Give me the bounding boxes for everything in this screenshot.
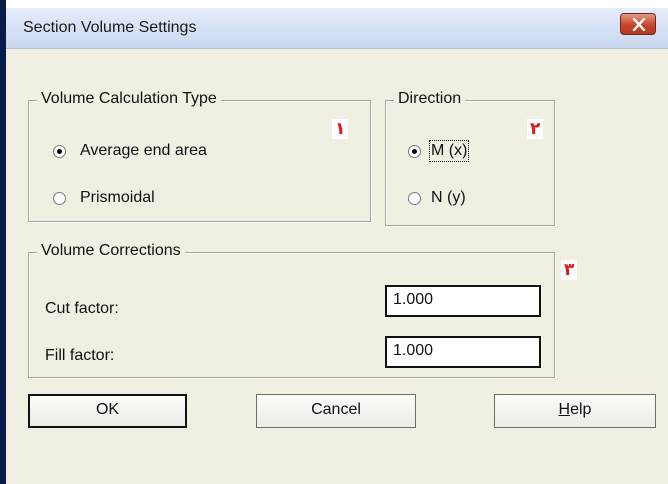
help-mnemonic: H <box>558 401 571 418</box>
cancel-button[interactable]: Cancel <box>256 394 416 428</box>
title-bar: Section Volume Settings <box>6 8 668 49</box>
prismoidal-label[interactable]: Prismoidal <box>80 189 155 207</box>
section-volume-settings-dialog: Section Volume Settings Volume Calculati… <box>6 8 668 484</box>
average-end-area-label[interactable]: Average end area <box>80 142 207 160</box>
help-button[interactable]: Help <box>494 394 656 428</box>
prismoidal-radio[interactable] <box>53 192 66 205</box>
average-end-area-radio[interactable] <box>53 145 66 158</box>
cut-factor-label: Cut factor: <box>45 300 119 317</box>
volume-corrections-legend: Volume Corrections <box>37 242 185 260</box>
direction-m-x-label[interactable]: M (x) <box>428 140 470 162</box>
ok-button[interactable]: OK <box>28 394 187 428</box>
volume-calculation-type-legend: Volume Calculation Type <box>37 90 221 108</box>
close-x-icon <box>632 18 646 31</box>
direction-legend: Direction <box>394 90 466 108</box>
cut-factor-input[interactable]: 1.000 <box>385 285 541 317</box>
fill-factor-input[interactable]: 1.000 <box>385 336 541 368</box>
marker-1: ١ <box>332 119 349 139</box>
help-label-rest: elp <box>570 401 592 418</box>
direction-n-y-radio[interactable] <box>408 192 421 205</box>
direction-n-y-label[interactable]: N (y) <box>431 189 466 207</box>
fill-factor-label: Fill factor: <box>45 347 115 364</box>
close-button[interactable] <box>620 13 656 35</box>
marker-2: ٢ <box>527 119 544 139</box>
marker-3: ٣ <box>561 260 578 280</box>
window-title: Section Volume Settings <box>23 19 197 36</box>
direction-m-x-radio[interactable] <box>408 145 421 158</box>
